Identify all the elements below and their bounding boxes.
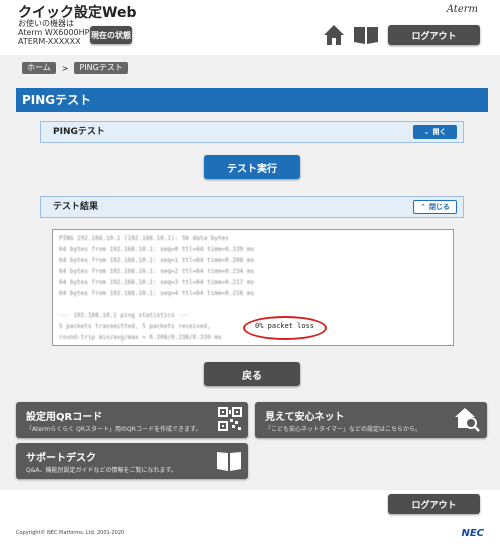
ping-panel-header[interactable]: PINGテスト ⌄ 開く bbox=[40, 121, 464, 143]
collapse-label: 閉じる bbox=[428, 203, 450, 211]
nec-logo: NEC bbox=[461, 528, 484, 539]
result-line: 64 bytes from 192.168.10.1: seq=1 ttl=64… bbox=[59, 257, 255, 264]
result-line: 64 bytes from 192.168.10.1: seq=4 ttl=64… bbox=[59, 290, 255, 297]
highlight-circle bbox=[243, 316, 327, 340]
breadcrumb-current: PINGテスト bbox=[74, 62, 128, 74]
aterm-logo: Aterm bbox=[446, 4, 478, 15]
chevron-up-icon: ⌃ bbox=[420, 203, 426, 211]
home-icon[interactable] bbox=[323, 24, 345, 46]
copyright: Copyright© NEC Platforms, Ltd. 2001-2020 bbox=[16, 530, 125, 536]
breadcrumb-separator: > bbox=[61, 63, 69, 73]
book-icon bbox=[216, 450, 242, 476]
safety-net-tile[interactable]: 見えて安心ネット 「こども安心ネットタイマー」などの設定はこちらから。 bbox=[255, 402, 487, 438]
result-line: 5 packets transmitted, 5 packets receive… bbox=[59, 323, 211, 330]
result-line: 64 bytes from 192.168.10.1: seq=2 ttl=64… bbox=[59, 268, 255, 275]
safety-tile-title: 見えて安心ネット bbox=[265, 412, 345, 423]
back-button[interactable]: 戻る bbox=[204, 362, 300, 386]
qr-code-icon bbox=[218, 407, 242, 435]
result-line: round-trip min/avg/max = 0.208/0.238/0.3… bbox=[59, 334, 222, 341]
support-tile-desc: Q&A、機能別設定ガイドなどの情報をご覧になれます。 bbox=[26, 467, 177, 474]
qr-tile-desc: 「Atermらくらく QRスタート」用のQRコードを作成できます。 bbox=[26, 426, 202, 433]
result-panel-title: テスト結果 bbox=[53, 202, 99, 212]
result-line: PING 192.168.10.1 (192.168.10.1): 56 dat… bbox=[59, 235, 229, 242]
collapse-button[interactable]: ⌃ 閉じる bbox=[413, 200, 457, 214]
chevron-down-icon: ⌄ bbox=[423, 128, 430, 136]
result-line: --- 192.168.10.1 ping statistics --- bbox=[59, 312, 190, 319]
result-line: 64 bytes from 192.168.10.1: seq=0 ttl=64… bbox=[59, 246, 255, 253]
expand-label: 開く bbox=[432, 128, 447, 136]
breadcrumb: ホーム > PINGテスト bbox=[22, 62, 128, 74]
result-panel-header[interactable]: テスト結果 ⌃ 閉じる bbox=[40, 196, 464, 218]
support-tile-title: サポートデスク bbox=[26, 453, 96, 464]
support-desk-tile[interactable]: サポートデスク Q&A、機能別設定ガイドなどの情報をご覧になれます。 bbox=[16, 443, 248, 479]
breadcrumb-home[interactable]: ホーム bbox=[22, 62, 56, 74]
status-button[interactable]: 現在の状態 bbox=[90, 26, 132, 44]
book-icon[interactable] bbox=[353, 25, 379, 45]
ping-panel-title: PINGテスト bbox=[53, 127, 105, 137]
house-search-icon bbox=[453, 406, 481, 438]
device-id: ATERM-XXXXXX bbox=[18, 37, 81, 46]
qr-code-tile[interactable]: 設定用QRコード 「Atermらくらく QRスタート」用のQRコードを作成できま… bbox=[16, 402, 248, 438]
footer-logout-button[interactable]: ログアウト bbox=[388, 494, 480, 514]
logout-button[interactable]: ログアウト bbox=[388, 25, 480, 45]
safety-tile-desc: 「こども安心ネットタイマー」などの設定はこちらから。 bbox=[265, 426, 422, 433]
expand-button[interactable]: ⌄ 開く bbox=[413, 125, 457, 139]
qr-tile-title: 設定用QRコード bbox=[26, 412, 103, 423]
page-title: PINGテスト bbox=[16, 88, 488, 112]
header: クイック設定Web お使いの機器は Aterm WX6000HP ATERM-X… bbox=[0, 0, 500, 55]
result-line: 64 bytes from 192.168.10.1: seq=3 ttl=64… bbox=[59, 279, 255, 286]
run-test-button[interactable]: テスト実行 bbox=[204, 155, 300, 179]
